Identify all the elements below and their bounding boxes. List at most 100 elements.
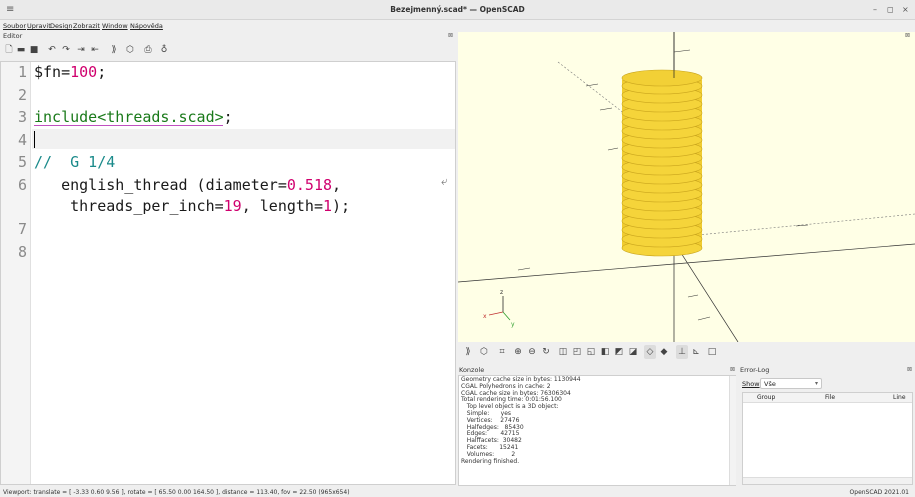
show-axes-icon[interactable]: ⊥ xyxy=(676,345,688,359)
error-log-hscrollbar[interactable] xyxy=(743,477,912,484)
view-front-icon[interactable]: ◩ xyxy=(613,345,625,359)
show-edges-icon[interactable]: □ xyxy=(706,345,718,359)
zoom-out-icon[interactable]: ⊖ xyxy=(526,345,538,359)
show-scale-icon[interactable]: ⊾ xyxy=(690,345,702,359)
text-caret xyxy=(34,131,35,148)
title-bar: ≡ Bezejmenný.scad* — OpenSCAD – ◻ × xyxy=(0,0,915,20)
column-file[interactable]: File xyxy=(825,394,835,401)
reset-view-icon[interactable]: ↻ xyxy=(540,345,552,359)
view-all-icon[interactable]: ⌗ xyxy=(496,345,508,359)
code-text: threads_per_inch= xyxy=(34,197,224,215)
code-editor[interactable]: 1 2 3 4 5 6 7 8 $fn=100; include<threads… xyxy=(0,61,456,485)
redo-icon[interactable]: ↷ xyxy=(60,43,72,57)
line-number: 2 xyxy=(17,86,27,104)
y-axis-line xyxy=(673,241,739,342)
render-icon[interactable]: ⬡ xyxy=(478,345,490,359)
line-number-gutter: 1 2 3 4 5 6 7 8 xyxy=(1,62,31,484)
error-log-close-button[interactable]: ⊠ xyxy=(907,366,912,373)
editor-title: Editor xyxy=(3,32,23,40)
show-filter-label: Show xyxy=(742,380,760,388)
error-log-header: Group File Line xyxy=(743,393,912,403)
view-bottom-icon[interactable]: ◱ xyxy=(585,345,597,359)
code-line-5: // G 1/4 xyxy=(34,153,116,171)
code-text: ; xyxy=(97,63,107,81)
code-text: $fn= xyxy=(34,63,71,81)
undo-icon[interactable]: ↶ xyxy=(46,43,58,57)
code-text: , xyxy=(332,176,342,194)
line-wrap-icon: ⤶ xyxy=(441,174,448,188)
error-log-title: Error-Log xyxy=(740,366,770,374)
menu-zobrazit[interactable]: Zobrazit xyxy=(73,22,100,30)
send-to-printer-icon[interactable]: ♁ xyxy=(158,43,170,57)
view-top-icon[interactable]: ◰ xyxy=(571,345,583,359)
code-keyword: include xyxy=(34,108,98,126)
preview-icon[interactable]: ⟫ xyxy=(108,43,120,57)
gizmo-x-label: x xyxy=(483,313,487,320)
code-text: , length= xyxy=(241,197,323,215)
include-underline xyxy=(34,125,223,126)
line-number: 7 xyxy=(17,220,27,238)
line-number: 8 xyxy=(17,243,27,261)
rod-top-face xyxy=(621,69,703,87)
menu-napoveda[interactable]: Nápověda xyxy=(130,22,163,30)
new-file-icon[interactable]: 🗋 xyxy=(3,43,15,57)
code-text: english_thread (diameter= xyxy=(34,176,287,194)
line-number: 5 xyxy=(17,153,27,171)
view-toolbar: ⟫ ⬡ ⌗ ⊕ ⊖ ↻ ◫ ◰ ◱ ◧ ◩ ◪ ◇ ◆ ⊥ ⊾ □ xyxy=(458,342,915,364)
thread-model xyxy=(621,69,703,257)
code-line-6: english_thread (diameter=0.518, xyxy=(34,176,341,194)
editor-float-button[interactable]: ⊠ xyxy=(448,32,453,39)
editor-toolbar: 🗋 ▬ ■ ↶ ↷ ⇥ ⇤ ⟫ ⬡ ⎙ ♁ xyxy=(0,41,456,60)
console-scrollbar[interactable] xyxy=(729,376,736,485)
preview-icon[interactable]: ⟫ xyxy=(462,345,474,359)
show-filter-select[interactable]: Vše ▾ xyxy=(760,378,822,389)
console-panel: Konzole ⊠ Geometry cache size in bytes: … xyxy=(458,364,738,486)
current-line-highlight xyxy=(32,129,455,149)
3d-viewport[interactable]: z x y xyxy=(458,32,915,342)
column-line[interactable]: Line xyxy=(893,394,906,401)
indent-icon[interactable]: ⇥ xyxy=(75,43,87,57)
axes-gizmo xyxy=(488,296,511,321)
orthogonal-icon[interactable]: ◆ xyxy=(658,345,670,359)
line-number: 6 xyxy=(17,176,27,194)
viewport-scene: z x y xyxy=(458,32,915,342)
menu-upravit[interactable]: Upravit xyxy=(27,22,51,30)
viewport-float-button[interactable]: ⊠ xyxy=(905,32,910,39)
console-output[interactable]: Geometry cache size in bytes: 1130944 CG… xyxy=(458,375,736,486)
console-line: Rendering finished. xyxy=(461,457,520,465)
thread-ridges xyxy=(621,77,703,257)
code-number: 100 xyxy=(70,63,98,81)
maximize-button[interactable]: ◻ xyxy=(887,5,894,14)
console-close-button[interactable]: ⊠ xyxy=(730,366,735,373)
code-number: 1 xyxy=(323,197,333,215)
column-group[interactable]: Group xyxy=(757,394,775,401)
zoom-in-icon[interactable]: ⊕ xyxy=(512,345,524,359)
close-button[interactable]: × xyxy=(902,5,909,14)
gizmo-y-label: y xyxy=(511,321,515,328)
view-right-icon[interactable]: ◫ xyxy=(557,345,569,359)
open-file-icon[interactable]: ▬ xyxy=(15,43,27,57)
console-title: Konzole xyxy=(459,366,485,374)
code-line-6-wrapped: threads_per_inch=19, length=1); xyxy=(34,197,350,215)
view-left-icon[interactable]: ◧ xyxy=(599,345,611,359)
code-line-3: include<threads.scad>; xyxy=(34,108,233,126)
perspective-icon[interactable]: ◇ xyxy=(644,345,656,359)
menu-window[interactable]: Window xyxy=(102,22,128,30)
status-bar: Viewport: translate = [ -3.33 0.60 9.56 … xyxy=(0,487,915,497)
unindent-icon[interactable]: ⇤ xyxy=(89,43,101,57)
code-number: 0.518 xyxy=(286,176,333,194)
minimize-button[interactable]: – xyxy=(873,5,877,14)
code-include-path: <threads.scad> xyxy=(97,108,224,126)
line-number: 3 xyxy=(17,108,27,126)
menu-design[interactable]: Design xyxy=(50,22,72,30)
render-icon[interactable]: ⬡ xyxy=(124,43,136,57)
code-number: 19 xyxy=(223,197,242,215)
viewport-status: Viewport: translate = [ -3.33 0.60 9.56 … xyxy=(3,489,350,496)
version-label: OpenSCAD 2021.01 xyxy=(849,489,909,496)
error-log-table[interactable]: Group File Line xyxy=(742,392,913,485)
menu-soubor[interactable]: Soubor xyxy=(3,22,26,30)
export-stl-icon[interactable]: ⎙ xyxy=(142,43,154,57)
code-text: ; xyxy=(223,108,233,126)
view-back-icon[interactable]: ◪ xyxy=(627,345,639,359)
save-icon[interactable]: ■ xyxy=(28,43,40,57)
